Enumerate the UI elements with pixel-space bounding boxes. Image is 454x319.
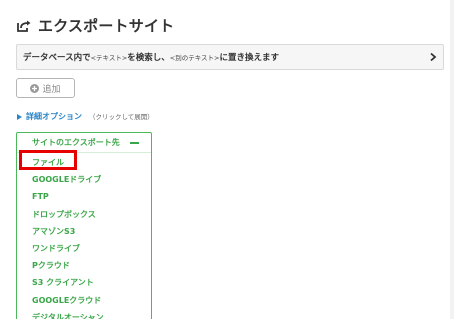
search-placeholder-from: <テキスト> — [90, 54, 128, 62]
export-destinations-title: サイトのエクスポート先 — [32, 138, 120, 147]
plus-circle-icon — [30, 83, 40, 93]
page-title: エクスポートサイト — [38, 16, 175, 35]
chevron-right-icon — [429, 52, 437, 62]
destination-onedrive[interactable]: ワンドライブ — [17, 240, 151, 257]
minus-icon[interactable] — [130, 141, 139, 144]
page-edge — [450, 0, 454, 319]
search-placeholder-to: <別のテキスト> — [169, 54, 220, 62]
destination-digitalocean[interactable]: デジタルオーシャン — [17, 309, 151, 319]
search-replace-text-2: を検索し、 — [127, 53, 170, 63]
page-header: エクスポートサイト — [16, 14, 174, 36]
destination-dropbox[interactable]: ドロップボックス — [17, 206, 151, 223]
export-destinations-header[interactable]: サイトのエクスポート先 — [17, 133, 151, 153]
triangle-right-icon[interactable] — [17, 113, 22, 120]
destination-s3-client[interactable]: S3 クライアント — [17, 274, 151, 291]
export-destinations-list: ファイル GOOGLEドライブ FTP ドロップボックス アマゾンS3 ワンドラ… — [17, 154, 151, 319]
add-button-label: 追加 — [42, 84, 61, 95]
destination-google-cloud[interactable]: GOOGLEクラウド — [17, 292, 151, 309]
export-destinations-panel: サイトのエクスポート先 ファイル GOOGLEドライブ FTP ドロップボックス… — [16, 132, 152, 319]
export-icon — [16, 18, 32, 32]
add-button[interactable]: 追加 — [16, 78, 75, 98]
destination-file[interactable]: ファイル — [17, 154, 151, 171]
search-replace-text-3: に置き換えます — [219, 53, 280, 63]
advanced-options-hint: （クリックして展開） — [89, 113, 154, 121]
advanced-options: 詳細オプション （クリックして展開） — [17, 110, 154, 122]
export-site-page: エクスポートサイト データベース内で <テキスト> を検索し、 <別のテキスト>… — [0, 0, 454, 319]
destination-amazon-s3[interactable]: アマゾンS3 — [17, 223, 151, 240]
destination-google-drive[interactable]: GOOGLEドライブ — [17, 171, 151, 188]
advanced-options-link[interactable]: 詳細オプション — [26, 111, 82, 122]
search-replace-bar[interactable]: データベース内で <テキスト> を検索し、 <別のテキスト> に置き換えます — [16, 44, 444, 70]
destination-ftp[interactable]: FTP — [17, 188, 151, 205]
search-replace-text-1: データベース内で — [23, 53, 91, 63]
destination-pcloud[interactable]: Pクラウド — [17, 257, 151, 274]
